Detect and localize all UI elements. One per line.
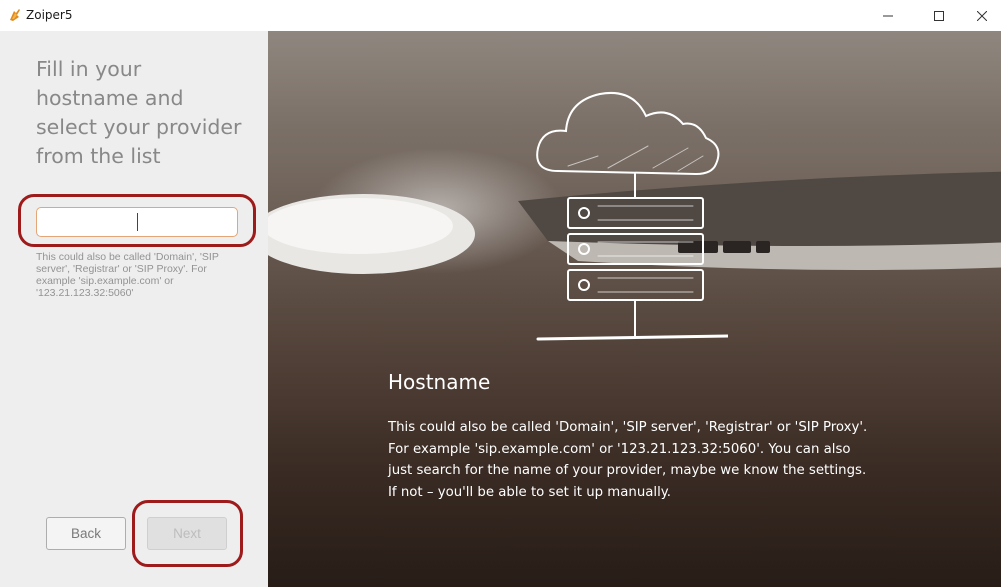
minimize-button[interactable]: [865, 0, 911, 31]
maximize-button[interactable]: [916, 0, 962, 31]
close-icon: [977, 10, 987, 21]
hostname-hint: This could also be called 'Domain', 'SIP…: [36, 251, 219, 299]
next-button[interactable]: Next: [147, 517, 227, 550]
minimize-icon: [883, 15, 893, 16]
info-description: This could also be called 'Domain', 'SIP…: [388, 420, 868, 500]
window-title: Zoiper5: [26, 8, 73, 22]
zoiper-logo-icon: [10, 9, 20, 21]
instruction-heading: Fill in your hostname and select your pr…: [36, 57, 242, 168]
setup-form-panel: Fill in your hostname and select your pr…: [0, 31, 268, 587]
title-bar: Zoiper5: [0, 0, 1001, 31]
info-title: Hostname: [388, 370, 491, 394]
close-button[interactable]: [959, 0, 1001, 31]
back-button[interactable]: Back: [46, 517, 126, 550]
maximize-icon: [934, 10, 944, 21]
mouse-image: [268, 194, 475, 274]
text-caret: [137, 213, 138, 231]
info-panel: Hostname This could also be called 'Doma…: [268, 31, 1001, 587]
server-cloud-illustration: [536, 92, 728, 341]
